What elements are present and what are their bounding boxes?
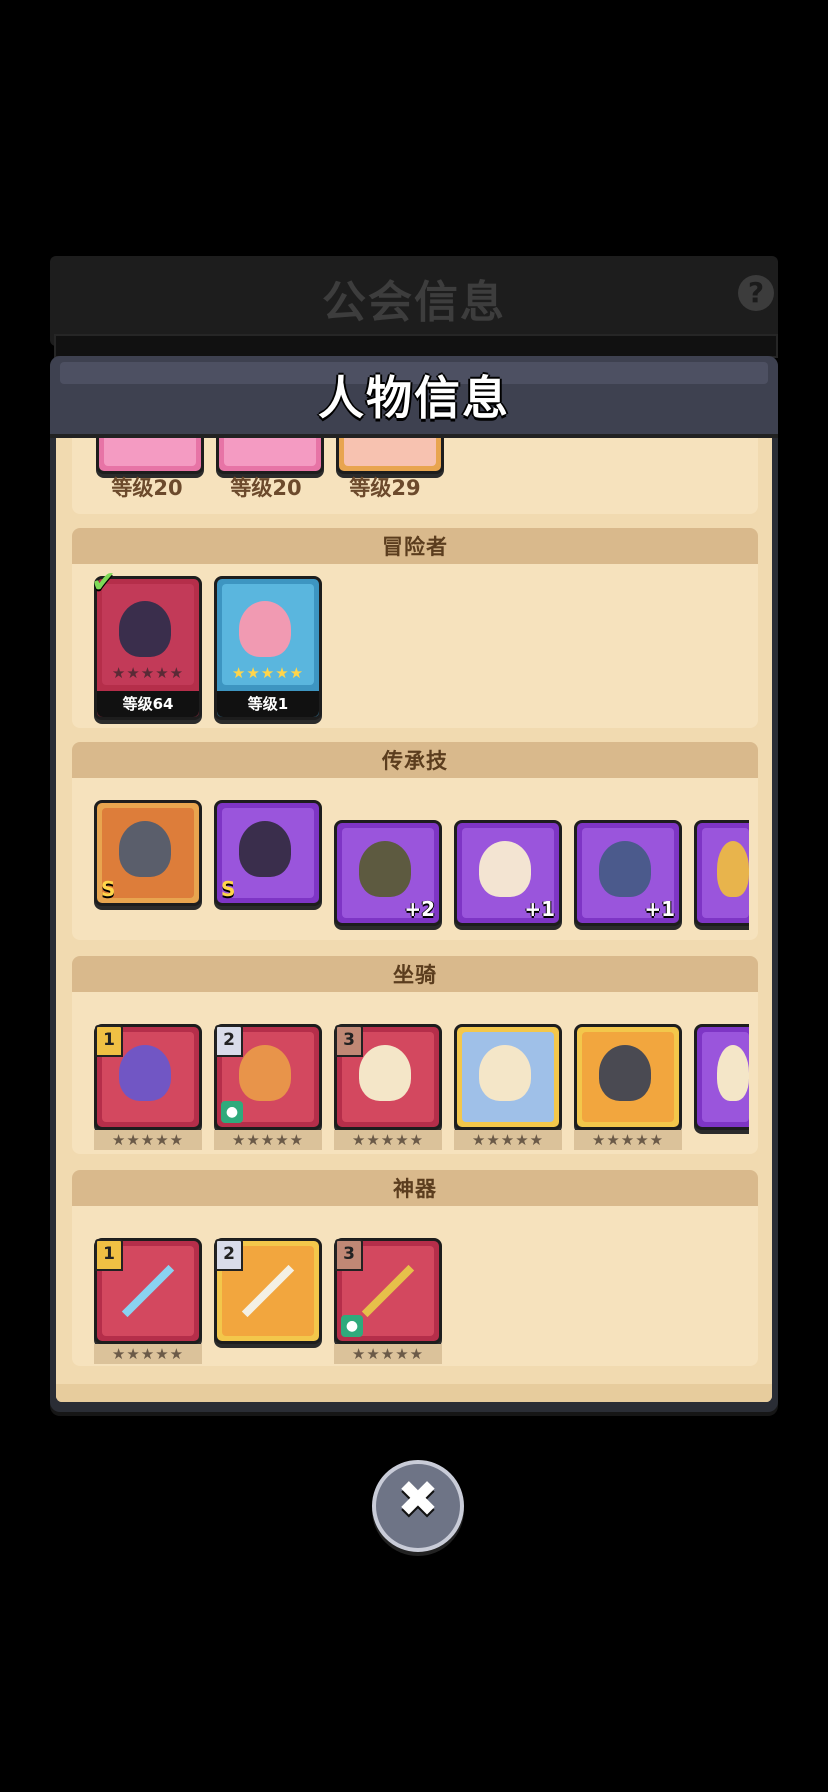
adventurer-1-level: 等级64 — [97, 691, 199, 717]
skill-card-brawler[interactable]: +1 — [454, 820, 562, 926]
dialog-header: 人物信息 — [50, 356, 778, 438]
legacy-skill-header: 传承技 — [72, 742, 758, 778]
top-card-2[interactable] — [216, 438, 324, 474]
selected-check-icon: ✔ — [91, 565, 117, 600]
mount-card-2[interactable]: 2 ● — [214, 1024, 322, 1130]
mount-card-6[interactable] — [694, 1024, 749, 1130]
guild-info-bar — [54, 334, 778, 358]
adventurer-header: 冒险者 — [72, 528, 758, 564]
adventurer-2-level: 等级1 — [217, 691, 319, 717]
dialog-title: 人物信息 — [318, 371, 510, 425]
skill-card-fish[interactable]: +1 — [574, 820, 682, 926]
adventurer-portrait-icon — [119, 601, 171, 657]
reaper-icon — [239, 821, 291, 877]
adventurer-1-stars: ★★★★★ — [111, 664, 185, 682]
mount-5-stars: ★★★★★ — [574, 1130, 682, 1150]
mount-card-4[interactable] — [454, 1024, 562, 1130]
mount-2-stars: ★★★★★ — [214, 1130, 322, 1150]
adventurer-2-stars: ★★★★★ — [231, 664, 305, 682]
mummy-cat-icon — [359, 1045, 411, 1101]
mount-header: 坐骑 — [72, 956, 758, 992]
character-info-dialog: 人物信息 等级20 等级20 等级29 冒险者 ★★★★★ 等级64 ✔ ★★★… — [50, 356, 778, 1412]
top-card-1[interactable] — [96, 438, 204, 474]
skill-card-reaper[interactable]: S — [214, 800, 322, 906]
artifact-header: 神器 — [72, 1170, 758, 1206]
help-icon[interactable]: ? — [738, 275, 774, 311]
adventurer-card-2[interactable]: ★★★★★ 等级1 — [214, 576, 322, 720]
skill-card-giraffe[interactable] — [694, 820, 749, 926]
giraffe-icon — [717, 841, 749, 897]
person-icon: ● — [221, 1101, 243, 1123]
tiger-icon — [239, 1045, 291, 1101]
skill-card-knight[interactable]: S — [94, 800, 202, 906]
fish-icon — [599, 841, 651, 897]
cow-icon — [479, 1045, 531, 1101]
dialog-content: 等级20 等级20 等级29 冒险者 ★★★★★ 等级64 ✔ ★★★★★ 等级… — [56, 438, 772, 1402]
top-card-3-level: 等级29 — [349, 476, 421, 500]
mount-card-3[interactable]: 3 — [334, 1024, 442, 1130]
mount-3-stars: ★★★★★ — [334, 1130, 442, 1150]
skill-card-hooded[interactable]: +2 — [334, 820, 442, 926]
top-card-1-level: 等级20 — [111, 476, 183, 500]
artifact-1-stars: ★★★★★ — [94, 1344, 202, 1364]
close-icon: ✖ — [397, 1470, 439, 1528]
knight-icon — [119, 821, 171, 877]
dragon-icon — [119, 1045, 171, 1101]
hooded-icon — [359, 841, 411, 897]
mount-4-stars: ★★★★★ — [454, 1130, 562, 1150]
person-icon: ● — [341, 1315, 363, 1337]
artifact-card-3[interactable]: 3 ● — [334, 1238, 442, 1344]
guild-info-title: 公会信息 — [322, 277, 506, 328]
gorilla-icon — [599, 1045, 651, 1101]
artifact-3-stars: ★★★★★ — [334, 1344, 442, 1364]
adventurer-card-1[interactable]: ★★★★★ 等级64 ✔ — [91, 565, 202, 720]
brawler-icon — [479, 841, 531, 897]
pig-portrait-icon — [239, 601, 291, 657]
unicorn-icon — [717, 1045, 749, 1101]
artifact-card-2[interactable]: 2 — [214, 1238, 322, 1344]
mount-1-stars: ★★★★★ — [94, 1130, 202, 1150]
mount-card-1[interactable]: 1 — [94, 1024, 202, 1130]
artifact-card-1[interactable]: 1 — [94, 1238, 202, 1344]
top-card-2-level: 等级20 — [230, 476, 302, 500]
mount-card-5[interactable] — [574, 1024, 682, 1130]
close-button[interactable]: ✖ — [372, 1460, 464, 1552]
top-card-3[interactable] — [336, 438, 444, 474]
